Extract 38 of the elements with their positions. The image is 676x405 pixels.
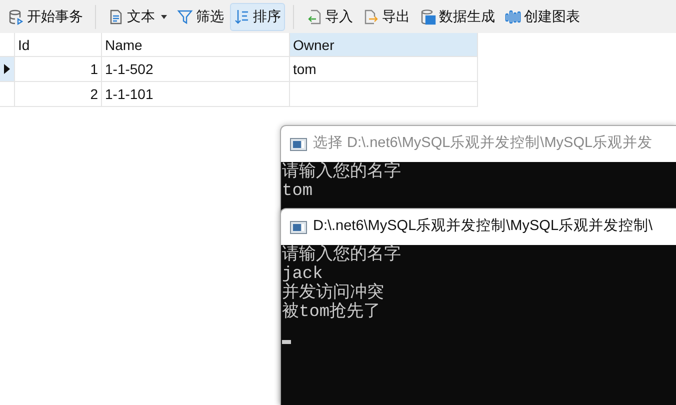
toolbar-button[interactable]: 创建图表	[501, 2, 584, 30]
toolbar-button[interactable]: 导入	[302, 2, 357, 30]
toolbar-button[interactable]: 筛选	[173, 2, 228, 30]
table-cell: tom	[290, 57, 478, 82]
current-row-icon	[4, 64, 10, 74]
console-line: jack	[282, 265, 323, 284]
table-cell: 1-1-101	[102, 82, 290, 107]
toolbar-button[interactable]: 排序	[230, 2, 285, 30]
database-icon	[8, 8, 24, 24]
caret-icon	[161, 14, 167, 18]
filter-icon	[177, 8, 193, 24]
console-line: 并发访问冲突	[282, 284, 384, 303]
table-cell: 1	[15, 57, 102, 82]
document-icon	[108, 8, 124, 24]
console-app-icon	[290, 220, 307, 234]
row-indicator[interactable]	[0, 57, 15, 82]
import-icon	[306, 8, 322, 24]
toolbar-button[interactable]: 文本	[104, 2, 171, 30]
console-line: tom	[282, 182, 313, 201]
table-cell: 2	[15, 82, 102, 107]
database-table-icon	[420, 8, 436, 24]
column-header[interactable]: Id	[15, 33, 102, 57]
column-header[interactable]: Owner	[290, 33, 478, 57]
column-header[interactable]: Name	[102, 33, 290, 57]
table-cell: 1-1-502	[102, 57, 290, 82]
toolbar-button[interactable]: 数据生成	[416, 2, 499, 30]
window-title: D:\.net6\MySQL乐观并发控制\MySQL乐观并发控制\	[313, 217, 653, 236]
toolbar-button[interactable]: 导出	[359, 2, 414, 30]
console-app-icon	[290, 138, 307, 150]
bar-chart-icon	[505, 8, 521, 24]
toolbar-button[interactable]: 开始事务	[4, 2, 87, 30]
window-title: 选择 D:\.net6\MySQL乐观并发控制\MySQL乐观并发	[313, 134, 653, 154]
sort-icon	[234, 8, 250, 24]
export-icon	[363, 8, 379, 24]
text-cursor	[282, 340, 291, 344]
console-line: 被tom抢先了	[282, 303, 381, 322]
console-line: 请输入您的名字	[282, 163, 401, 182]
console-line: 请输入您的名字	[282, 246, 401, 265]
